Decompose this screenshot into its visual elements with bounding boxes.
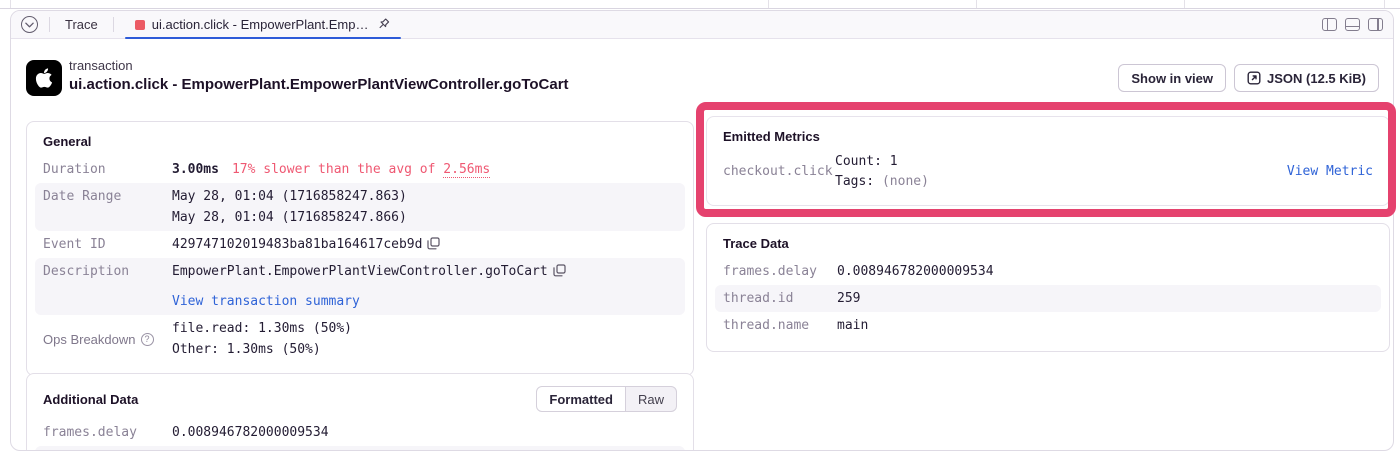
row-event-id: Event ID 429747102019483ba81ba164617ceb9… <box>35 231 685 258</box>
drawer-header: transaction ui.action.click - EmpowerPla… <box>69 58 569 93</box>
collapse-drawer-button[interactable] <box>21 16 38 33</box>
frames-delay-key: frames.delay <box>43 422 172 443</box>
row-duration: Duration 3.00ms 17% slower than the avg … <box>35 156 685 183</box>
ops-breakdown-item: file.read: 1.30ms (50%) <box>172 318 677 339</box>
table-column-divider <box>1384 0 1385 8</box>
emitted-metrics-title: Emitted Metrics <box>723 129 1373 144</box>
drawer-tab-bar: Trace ui.action.click - EmpowerPlant.Emp… <box>11 11 1393 39</box>
tab-transaction-active[interactable]: ui.action.click - EmpowerPlant.Emp… <box>125 11 401 39</box>
general-card: General Duration 3.00ms 17% slower than … <box>26 121 694 376</box>
tab-trace[interactable]: Trace <box>61 17 102 32</box>
show-in-view-label: Show in view <box>1131 71 1213 86</box>
tabbar-divider <box>49 17 50 32</box>
event-kind-label: transaction <box>69 58 569 73</box>
row-date-range: Date Range May 28, 01:04 (1716858247.863… <box>35 183 685 231</box>
view-transaction-summary-link[interactable]: View transaction summary <box>172 294 360 309</box>
raw-toggle[interactable]: Raw <box>626 387 676 411</box>
additional-data-card: Additional Data Formatted Raw frames.del… <box>26 373 694 451</box>
duration-comparison: 17% slower than the avg of 2.56ms <box>232 159 490 180</box>
thread-id-key: thread.id <box>723 288 837 309</box>
table-column-divider <box>768 0 769 8</box>
emitted-metrics-card: Emitted Metrics checkout.click Count: 1 … <box>706 116 1390 206</box>
row-thread-name: thread.name main <box>715 312 1381 339</box>
metric-tags: Tags: (none) <box>835 172 1287 192</box>
table-column-divider <box>1184 0 1185 8</box>
tab-trace-label: Trace <box>65 17 98 32</box>
transaction-op-icon <box>135 20 145 30</box>
general-title: General <box>43 134 677 149</box>
frames-delay-key: frames.delay <box>723 261 837 282</box>
description-value: EmpowerPlant.EmpowerPlantViewController.… <box>172 264 548 279</box>
row-ops-breakdown: Ops Breakdown ? file.read: 1.30ms (50%) … <box>35 315 685 363</box>
pin-icon <box>378 18 391 31</box>
background-table-sliver <box>0 0 1400 9</box>
thread-id-value: 259 <box>172 449 677 451</box>
ops-breakdown-item: Other: 1.30ms (50%) <box>172 339 677 360</box>
copy-event-id-button[interactable] <box>427 237 440 250</box>
view-metric-link[interactable]: View Metric <box>1287 162 1373 182</box>
thread-name-value: main <box>837 315 1373 336</box>
description-key: Description <box>43 261 172 312</box>
row-description: Description EmpowerPlant.EmpowerPlantVie… <box>35 258 685 315</box>
dock-right-icon[interactable] <box>1368 18 1383 31</box>
row-frames-delay: frames.delay 0.008946782000009534 <box>715 258 1381 285</box>
date-range-key: Date Range <box>43 186 172 228</box>
external-link-icon <box>1247 71 1261 85</box>
avg-duration-value[interactable]: 2.56ms <box>443 162 490 178</box>
metric-row: checkout.click Count: 1 Tags: (none) Vie… <box>723 152 1373 192</box>
event-id-key: Event ID <box>43 234 172 255</box>
trace-data-title: Trace Data <box>723 236 1373 251</box>
frames-delay-value: 0.008946782000009534 <box>837 261 1373 282</box>
additional-data-title: Additional Data <box>43 392 138 407</box>
table-column-divider <box>976 0 977 8</box>
row-thread-id: thread.id 259 <box>35 446 685 451</box>
metric-name: checkout.click <box>723 162 835 182</box>
pin-tab-button[interactable] <box>378 18 391 31</box>
date-range-start: May 28, 01:04 (1716858247.863) <box>172 186 677 207</box>
trace-data-card: Trace Data frames.delay 0.00894678200000… <box>706 223 1390 352</box>
copy-description-button[interactable] <box>553 264 566 277</box>
dock-left-icon[interactable] <box>1322 18 1337 31</box>
thread-name-key: thread.name <box>723 315 837 336</box>
table-column-divider <box>10 0 11 8</box>
dock-bottom-icon[interactable] <box>1345 18 1360 31</box>
drawer-layout-controls <box>1322 18 1383 31</box>
json-download-button[interactable]: JSON (12.5 KiB) <box>1234 64 1379 92</box>
formatted-toggle[interactable]: Formatted <box>537 387 626 411</box>
help-icon[interactable]: ? <box>141 333 154 346</box>
duration-key: Duration <box>43 159 172 180</box>
row-frames-delay: frames.delay 0.008946782000009534 <box>35 419 685 446</box>
duration-value: 3.00ms <box>172 159 219 180</box>
event-id-value: 429747102019483ba81ba164617ceb9d <box>172 237 422 252</box>
tabbar-divider <box>113 17 114 32</box>
header-actions: Show in view JSON (12.5 KiB) <box>1118 64 1379 92</box>
thread-id-value: 259 <box>837 288 1373 309</box>
page-title: ui.action.click - EmpowerPlant.EmpowerPl… <box>69 76 569 93</box>
row-thread-id: thread.id 259 <box>715 285 1381 312</box>
metric-count: Count: 1 <box>835 152 1287 172</box>
frames-delay-value: 0.008946782000009534 <box>172 422 677 443</box>
format-segmented-control: Formatted Raw <box>536 386 677 412</box>
chevron-down-circle-icon <box>25 22 34 28</box>
trace-drawer: Trace ui.action.click - EmpowerPlant.Emp… <box>10 10 1394 451</box>
show-in-view-button[interactable]: Show in view <box>1118 64 1226 92</box>
apple-platform-icon <box>26 60 62 96</box>
json-button-label: JSON (12.5 KiB) <box>1267 71 1366 86</box>
active-tab-label: ui.action.click - EmpowerPlant.Emp… <box>152 17 369 32</box>
date-range-end: May 28, 01:04 (1716858247.866) <box>172 207 677 228</box>
ops-breakdown-key: Ops Breakdown ? <box>43 329 172 350</box>
thread-id-key: thread.id <box>43 449 172 451</box>
